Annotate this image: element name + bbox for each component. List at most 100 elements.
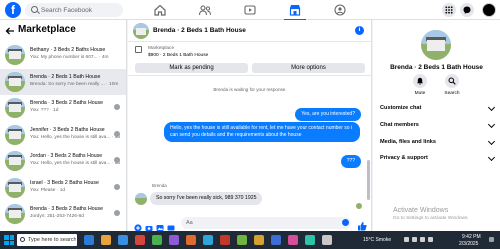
conversation-preview: You: ??? · 1d — [30, 108, 59, 113]
conversation-details-panel: Brenda · 2 Beds 1 Bath House Mute Search… — [373, 20, 500, 231]
video-icon[interactable] — [243, 3, 257, 17]
windows-taskbar: 15°C Smoke 9:42 PM 2/3/2025 — [0, 231, 500, 249]
clock-time[interactable]: 9:42 PM — [462, 234, 481, 240]
messenger-icon[interactable] — [460, 3, 474, 17]
taskbar-app-icon[interactable] — [118, 235, 128, 245]
message-input[interactable] — [181, 217, 351, 229]
seen-avatar-dot — [114, 104, 120, 110]
taskbar-search-input[interactable] — [28, 235, 76, 245]
taskbar-app-icon[interactable] — [186, 235, 196, 245]
taskbar-app-icon[interactable] — [84, 235, 94, 245]
taskbar-app-icon[interactable] — [237, 235, 247, 245]
taskbar-search[interactable] — [17, 234, 77, 246]
mute-label[interactable]: Mute — [405, 91, 435, 96]
mark-as-pending-button[interactable]: Mark as pending — [135, 63, 248, 73]
conversation-item[interactable]: Jordan · 3 Beds 2 Baths House You: Hello,… — [0, 148, 126, 175]
sender-avatar[interactable] — [135, 193, 147, 205]
chat-scrollbar-thumb[interactable] — [367, 160, 370, 200]
taskbar-app-icon[interactable] — [254, 235, 264, 245]
plus-icon[interactable] — [134, 219, 142, 232]
weather-status[interactable]: 15°C Smoke — [363, 237, 391, 243]
listing-thumbnail — [5, 124, 25, 145]
search-label[interactable]: Search — [437, 91, 467, 96]
listing-thumbnail — [5, 151, 25, 171]
menu-grid-icon[interactable] — [442, 3, 456, 17]
customize-chat-section[interactable]: Customize chat — [380, 102, 496, 114]
clock-date[interactable]: 2/3/2025 — [459, 241, 478, 247]
search-icon — [20, 237, 25, 242]
listing-thumbnail — [5, 98, 25, 118]
seen-indicator-avatar — [356, 203, 362, 209]
taskbar-app-icon[interactable] — [271, 235, 281, 245]
conversation-list: Bethany · 3 Beds 2 Baths House You: My ph… — [0, 42, 126, 231]
conversation-preview: You: Please · 1d — [30, 187, 66, 193]
gif-icon[interactable] — [167, 219, 175, 231]
search-conversation-icon[interactable] — [445, 74, 459, 88]
chat-title[interactable]: Brenda · 2 Beds 1 Bath House — [153, 27, 246, 34]
listing-source: Marketplace — [148, 46, 175, 51]
emoji-icon[interactable] — [342, 219, 349, 226]
conversation-item[interactable]: Brenda · 3 Beds 2 Baths House Jordyn: 251… — [0, 201, 126, 228]
waiting-response-note: Brenda is waiting for your response. — [213, 87, 287, 92]
windows-start-icon[interactable] — [4, 235, 14, 245]
groups-icon[interactable] — [333, 3, 347, 17]
conversation-title: Jennifer · 3 Beds 2 Baths House — [30, 126, 105, 133]
volume-icon[interactable] — [420, 237, 425, 242]
back-arrow-icon[interactable] — [5, 26, 15, 36]
chat-members-section[interactable]: Chat members — [380, 119, 496, 131]
outgoing-message: ??? — [340, 155, 361, 168]
taskbar-app-icon[interactable] — [152, 235, 162, 245]
facebook-logo[interactable]: f — [5, 2, 21, 18]
listing-thumbnail — [5, 45, 25, 65]
more-options-button[interactable]: More options — [252, 63, 365, 73]
chevron-down-icon — [487, 137, 496, 146]
home-icon[interactable] — [153, 3, 167, 17]
conversation-preview: Brenda: So sorry I've been really ... · … — [30, 81, 119, 87]
taskbar-app-icon[interactable] — [288, 235, 298, 245]
taskbar-app-icon[interactable] — [169, 235, 179, 245]
taskbar-app-icon[interactable] — [203, 235, 213, 245]
marketplace-inbox-sidebar: Marketplace Bethany · 3 Beds 2 Baths Hou… — [0, 20, 127, 231]
search-icon — [31, 6, 38, 13]
taskbar-app-icon[interactable] — [220, 235, 230, 245]
friends-icon[interactable] — [198, 3, 212, 17]
conversation-title: Israel · 3 Beds 2 Baths House — [30, 179, 99, 186]
conversation-item[interactable]: Brenda · 2 Beds 1 Bath House Brenda: So s… — [0, 68, 126, 95]
mute-bell-icon[interactable] — [413, 74, 427, 88]
chat-avatar[interactable] — [133, 23, 149, 39]
camera-icon[interactable] — [145, 219, 153, 231]
conversation-item[interactable]: Jennifer · 3 Beds 2 Baths House You: Hell… — [0, 122, 126, 149]
media-files-links-section[interactable]: Media, files and links — [380, 136, 496, 148]
seen-avatar-dot — [114, 210, 120, 216]
search-input[interactable] — [41, 4, 119, 16]
chat-header: Brenda · 2 Beds 1 Bath House i — [128, 20, 372, 42]
like-thumb-icon[interactable] — [357, 218, 367, 231]
details-name: Brenda · 2 Beds 1 Bath House — [390, 64, 483, 71]
conversation-item[interactable]: Bethany · 3 Beds 2 Baths House You: My ph… — [0, 42, 126, 69]
taskbar-app-icon[interactable] — [135, 235, 145, 245]
activate-windows-watermark: Activate Windows Go to Settings to activ… — [393, 207, 469, 221]
taskbar-app-icon[interactable] — [322, 235, 332, 245]
taskbar-app-icon[interactable] — [101, 235, 111, 245]
conversation-item[interactable]: Brenda · 3 Beds 2 Baths House You: ??? · … — [0, 95, 126, 122]
info-icon[interactable]: i — [355, 26, 364, 35]
taskbar-app-icon[interactable] — [305, 235, 315, 245]
network-icon[interactable] — [412, 237, 417, 242]
chevron-down-icon — [487, 153, 496, 162]
conversation-title: Bethany · 3 Beds 2 Baths House — [30, 47, 106, 53]
tray-chevron-icon[interactable] — [404, 237, 409, 242]
details-avatar[interactable] — [421, 30, 451, 60]
listing-summary[interactable]: $900 · 2 Beds 1 Bath House — [148, 53, 208, 58]
battery-icon[interactable] — [428, 237, 433, 242]
conversation-preview: You: My phone number is 607... · 4m — [30, 55, 109, 60]
privacy-support-section[interactable]: Privacy & support — [380, 152, 496, 164]
chevron-down-icon — [487, 120, 496, 129]
top-navigation-bar: f — [0, 0, 500, 21]
gallery-icon[interactable] — [156, 219, 164, 231]
notification-center-icon[interactable] — [489, 237, 494, 242]
listing-card: Marketplace $900 · 2 Beds 1 Bath House M… — [128, 42, 372, 76]
marketplace-icon[interactable] — [284, 3, 306, 21]
conversation-item[interactable]: Israel · 3 Beds 2 Baths House You: Please… — [0, 175, 126, 202]
search-box[interactable] — [25, 3, 123, 17]
profile-avatar[interactable] — [482, 3, 496, 17]
